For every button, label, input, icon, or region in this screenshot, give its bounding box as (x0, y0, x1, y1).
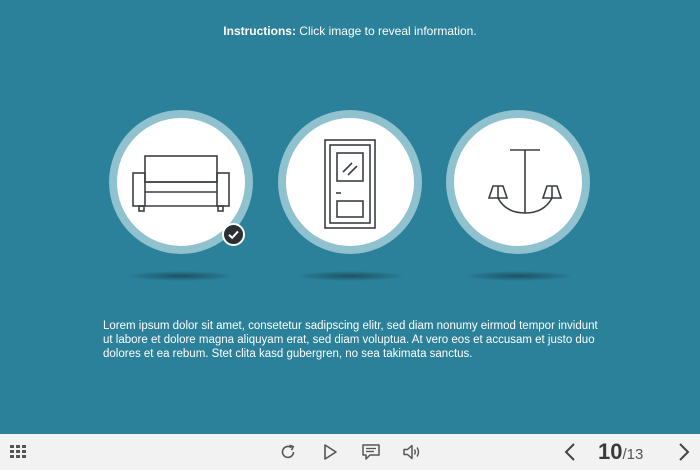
chevron-left-icon (564, 443, 575, 461)
audio-button[interactable] (400, 434, 424, 470)
door-shadow (295, 271, 405, 281)
grid-menu-icon (10, 445, 26, 458)
captions-button[interactable] (359, 434, 383, 470)
door-icon (324, 139, 376, 229)
next-slide-button[interactable] (672, 434, 696, 470)
play-icon (324, 444, 337, 460)
chevron-right-icon (679, 443, 690, 461)
replay-button[interactable] (276, 434, 300, 470)
total-slides-number: 13 (626, 446, 644, 463)
door-image-circle (286, 118, 414, 246)
slide-counter: 10 / 13 (598, 439, 643, 465)
current-slide-number: 10 (598, 439, 623, 464)
speaker-icon (403, 444, 420, 460)
sofa-shadow (126, 271, 236, 281)
chandelier-image-button[interactable] (446, 110, 590, 254)
instructions-body: Click image to reveal information. (295, 24, 477, 38)
door-image-button[interactable] (278, 110, 422, 254)
play-button[interactable] (318, 434, 342, 470)
slide-stage: Instructions: Click image to reveal info… (0, 0, 700, 434)
chandelier-image-circle (454, 118, 582, 246)
player-toolbar: 10 / 13 (0, 434, 700, 470)
information-text: Lorem ipsum dolor sit amet, consetetur s… (103, 320, 598, 360)
check-icon (228, 230, 239, 240)
chandelier-icon (487, 149, 563, 214)
previous-slide-button[interactable] (558, 434, 582, 470)
captions-icon (362, 444, 380, 460)
instructions-label: Instructions: (223, 24, 296, 38)
viewed-check-badge (222, 223, 245, 246)
chandelier-shadow (463, 271, 573, 281)
replay-icon (281, 444, 295, 459)
instructions-text: Instructions: Click image to reveal info… (0, 24, 700, 38)
menu-button[interactable] (6, 434, 30, 470)
